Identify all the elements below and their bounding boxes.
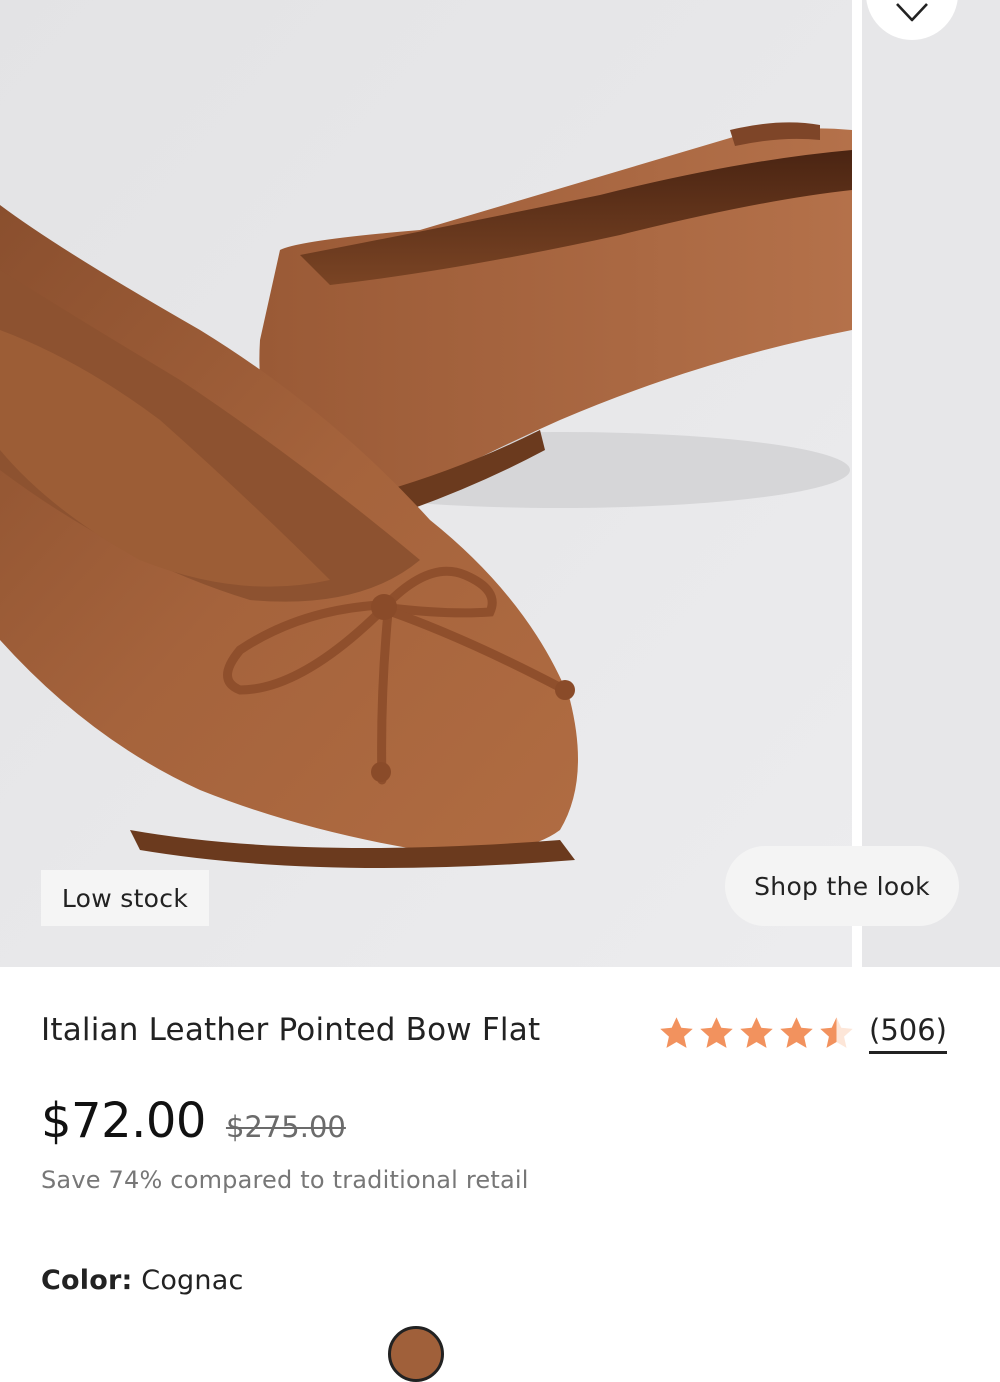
star-icon: [700, 1016, 733, 1048]
heart-icon: [896, 3, 928, 22]
price-row: $72.00 $275.00: [41, 1093, 346, 1149]
star-icon: [780, 1016, 813, 1048]
product-title: Italian Leather Pointed Bow Flat: [41, 1012, 541, 1048]
color-swatch-selected[interactable]: [388, 1326, 444, 1382]
review-count-link[interactable]: (506): [869, 1012, 947, 1054]
product-image-gallery[interactable]: Low stock Shop the look: [0, 0, 1000, 967]
product-rating[interactable]: (506): [658, 1012, 947, 1054]
low-stock-badge: Low stock: [41, 870, 209, 926]
color-label: Color:: [41, 1265, 133, 1296]
star-icon: [740, 1016, 773, 1048]
slide-divider: [852, 0, 862, 967]
selected-color: Color: Cognac: [41, 1265, 244, 1296]
color-value: Cognac: [141, 1265, 244, 1296]
gallery-slide-next-peek[interactable]: [862, 0, 1000, 967]
star-icon: [820, 1016, 853, 1048]
rating-stars: [658, 1015, 855, 1052]
product-photo: [0, 0, 852, 967]
compare-at-price: $275.00: [225, 1110, 346, 1144]
gallery-slide-current[interactable]: Low stock: [0, 0, 852, 967]
sale-price: $72.00: [41, 1093, 206, 1149]
star-icon: [660, 1016, 693, 1048]
shop-the-look-button[interactable]: Shop the look: [725, 846, 959, 926]
savings-note: Save 74% compared to traditional retail: [41, 1166, 529, 1194]
